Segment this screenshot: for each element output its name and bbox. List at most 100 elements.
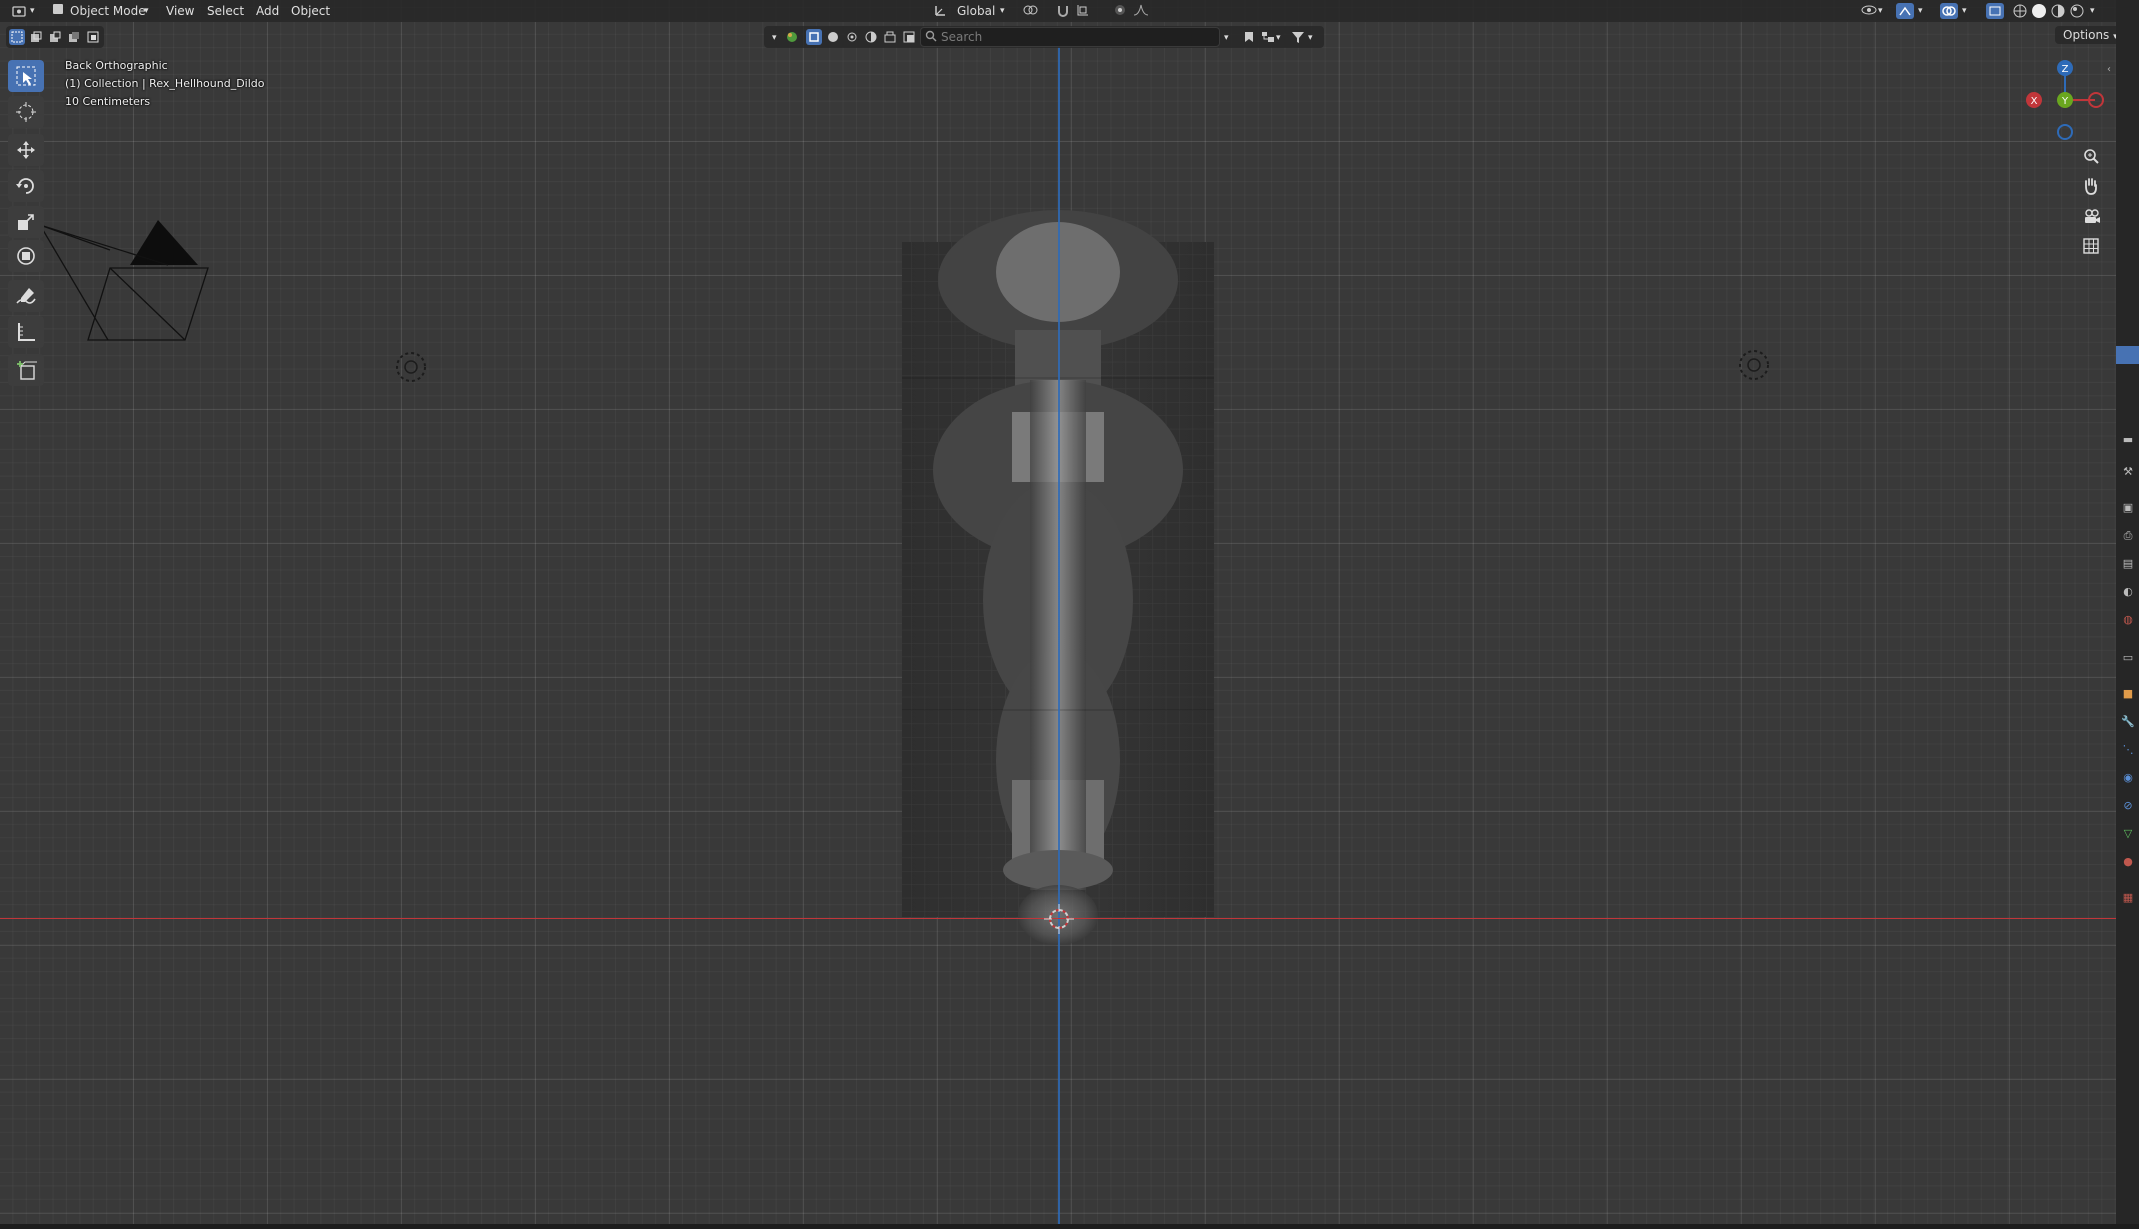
cursor-icon[interactable] bbox=[8, 96, 44, 128]
light-icon[interactable] bbox=[394, 350, 428, 384]
material-shading-icon[interactable] bbox=[2050, 3, 2066, 19]
visibility-icon[interactable] bbox=[1860, 3, 1878, 19]
xray-toggle-icon[interactable] bbox=[1986, 3, 2004, 19]
scale-icon[interactable] bbox=[8, 206, 44, 238]
select-subtract-icon[interactable] bbox=[47, 29, 63, 45]
chevron-down-icon: ▾ bbox=[1276, 33, 1281, 43]
select-mode-toolbar bbox=[6, 26, 104, 48]
pan-hand-icon[interactable] bbox=[2077, 172, 2105, 200]
transform-orientation-dropdown[interactable]: Global bbox=[957, 3, 995, 19]
chevron-left-icon[interactable]: ‹ bbox=[2107, 64, 2111, 75]
modifier-properties-icon[interactable]: 🔧 bbox=[2120, 714, 2136, 730]
render-properties-icon[interactable]: ▣ bbox=[2120, 500, 2136, 516]
grid-perspective-icon[interactable] bbox=[2077, 232, 2105, 260]
3d-cursor-icon[interactable] bbox=[1044, 904, 1074, 934]
snap-icon[interactable] bbox=[1056, 3, 1072, 19]
physics-properties-icon[interactable]: ◉ bbox=[2120, 770, 2136, 786]
select-difference-icon[interactable] bbox=[66, 29, 82, 45]
menu-select[interactable]: Select bbox=[207, 3, 244, 19]
select-box-icon[interactable] bbox=[8, 60, 44, 92]
transform-icon[interactable] bbox=[8, 240, 44, 272]
object-types-icon[interactable] bbox=[784, 29, 800, 45]
editor-type-icon[interactable] bbox=[12, 3, 28, 19]
search-field[interactable]: Search bbox=[920, 27, 1220, 47]
chevron-down-icon: ▾ bbox=[1308, 33, 1313, 43]
solid-shading-icon[interactable] bbox=[2031, 3, 2047, 19]
search-icon bbox=[925, 28, 937, 49]
select-intersect-icon[interactable] bbox=[85, 29, 101, 45]
object-mode-icon bbox=[52, 3, 64, 19]
menu-view[interactable]: View bbox=[166, 3, 194, 19]
filter-curve-icon[interactable] bbox=[825, 29, 841, 45]
filter-light-icon[interactable] bbox=[844, 29, 860, 45]
chevron-down-icon: ▾ bbox=[1000, 6, 1005, 16]
gizmo-neg-z-axis[interactable] bbox=[2057, 124, 2073, 140]
chevron-down-icon: ▾ bbox=[1878, 6, 1883, 16]
chevron-down-icon: ▾ bbox=[144, 6, 149, 16]
annotate-icon[interactable] bbox=[8, 280, 44, 312]
tool-settings-icon[interactable]: ⚒ bbox=[2120, 464, 2136, 480]
menu-object[interactable]: Object bbox=[291, 3, 330, 19]
view-name: Back Orthographic bbox=[65, 59, 168, 72]
select-extend-icon[interactable] bbox=[28, 29, 44, 45]
chevron-down-icon: ▾ bbox=[1962, 6, 1967, 16]
output-properties-icon[interactable]: ⎙ bbox=[2120, 528, 2136, 544]
proportional-editing-icon[interactable] bbox=[1113, 3, 1127, 19]
navigation-gizmo[interactable]: Z X Y bbox=[2018, 54, 2118, 150]
wireframe-shading-icon[interactable] bbox=[2012, 3, 2028, 19]
collection-properties-icon[interactable]: ▭ bbox=[2120, 650, 2136, 666]
active-tab-marker bbox=[2116, 346, 2139, 364]
bookmark-icon[interactable] bbox=[1241, 29, 1257, 45]
filter-camera-icon[interactable] bbox=[863, 29, 879, 45]
collection-info: (1) Collection | Rex_Hellhound_Dildo bbox=[65, 77, 265, 90]
filter-toolbar: ▾ Search ▾ ▾ ▾ bbox=[764, 26, 1324, 48]
rendered-shading-icon[interactable] bbox=[2069, 3, 2085, 19]
viewport-bottom-border bbox=[0, 1224, 2139, 1229]
world-properties-icon[interactable]: ◍ bbox=[2120, 612, 2136, 628]
pivot-point-icon[interactable] bbox=[1022, 3, 1038, 19]
light-icon[interactable] bbox=[1737, 348, 1771, 382]
measure-icon[interactable] bbox=[8, 316, 44, 348]
gizmo-y-label: Y bbox=[2061, 96, 2069, 107]
filter-empty-icon[interactable] bbox=[882, 29, 898, 45]
grid-scale: 10 Centimeters bbox=[65, 95, 151, 108]
scene-properties-icon[interactable]: ◐ bbox=[2120, 584, 2136, 600]
data-properties-icon[interactable]: ▽ bbox=[2120, 826, 2136, 842]
constraints-properties-icon[interactable]: ⊘ bbox=[2120, 798, 2136, 814]
gizmo-z-label: Z bbox=[2062, 64, 2069, 75]
chevron-down-icon: ▾ bbox=[2090, 6, 2095, 16]
chevron-down-icon: ▾ bbox=[1918, 6, 1923, 16]
search-placeholder: Search bbox=[941, 30, 983, 44]
rotate-icon[interactable] bbox=[8, 170, 44, 202]
snap-target-icon[interactable] bbox=[1076, 3, 1092, 19]
3d-viewport[interactable] bbox=[0, 0, 2116, 1224]
falloff-icon[interactable] bbox=[1133, 3, 1149, 19]
camera-object-icon[interactable] bbox=[40, 215, 215, 345]
filter-funnel-icon[interactable] bbox=[1290, 29, 1306, 45]
chevron-down-icon[interactable]: ▾ bbox=[1224, 30, 1229, 46]
move-icon[interactable] bbox=[8, 134, 44, 166]
options-label: Options bbox=[2063, 28, 2110, 42]
chevron-down-icon[interactable]: ▾ bbox=[772, 30, 777, 46]
overlays-toggle-icon[interactable] bbox=[1940, 3, 1958, 19]
camera-icon[interactable] bbox=[2077, 202, 2105, 230]
gizmo-toggle-icon[interactable] bbox=[1896, 3, 1914, 19]
gizmo-x-label: X bbox=[2031, 96, 2038, 107]
viewport-header: ▾ Object Mode ▾ View Select Add Object G… bbox=[0, 0, 2116, 22]
hierarchy-icon[interactable] bbox=[1260, 29, 1276, 45]
chevron-down-icon[interactable]: ▾ bbox=[30, 3, 35, 19]
filter-mesh-icon[interactable] bbox=[806, 29, 822, 45]
mode-dropdown[interactable]: Object Mode ▾ bbox=[48, 2, 149, 20]
menu-add[interactable]: Add bbox=[256, 3, 279, 19]
texture-properties-icon[interactable]: ▦ bbox=[2120, 890, 2136, 906]
material-properties-icon[interactable]: ● bbox=[2120, 854, 2136, 870]
properties-editor-strip: ▬ ⚒ ▣ ⎙ ▤ ◐ ◍ ▭ ■ 🔧 ⋱ ◉ ⊘ ▽ ● ▦ bbox=[2116, 0, 2139, 1224]
particles-properties-icon[interactable]: ⋱ bbox=[2120, 742, 2136, 758]
select-new-icon[interactable] bbox=[9, 29, 25, 45]
add-cube-icon[interactable] bbox=[8, 354, 44, 386]
tool-properties-icon[interactable]: ▬ bbox=[2120, 432, 2136, 448]
zoom-icon[interactable] bbox=[2077, 142, 2105, 170]
object-properties-icon[interactable]: ■ bbox=[2120, 686, 2136, 702]
view-layer-icon[interactable]: ▤ bbox=[2120, 556, 2136, 572]
filter-other-icon[interactable] bbox=[901, 29, 917, 45]
